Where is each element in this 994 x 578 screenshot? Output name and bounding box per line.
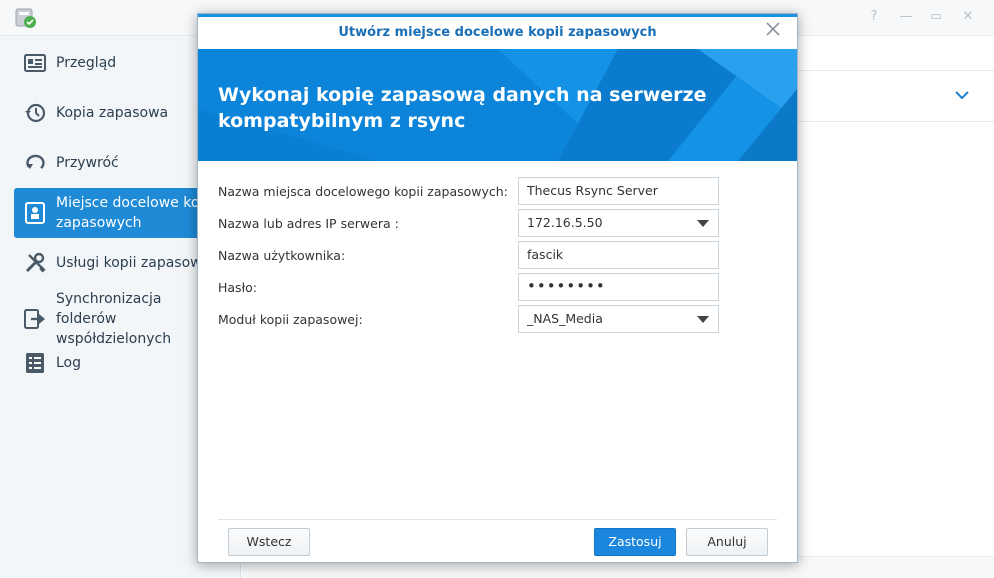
label-line: Miejsce docelowe ko [56, 195, 200, 211]
password-value: •••••••• [527, 277, 606, 295]
backup-history-icon [22, 100, 48, 126]
backup-module-value: _NAS_Media [527, 311, 603, 326]
sidebar-item-label: Przegląd [56, 55, 117, 71]
label-line: zapasowych [56, 215, 142, 231]
dropdown-arrow-icon[interactable] [697, 220, 709, 227]
sidebar-item-label: Przywróć [56, 155, 119, 171]
sync-folders-icon [22, 306, 48, 332]
help-icon[interactable]: ? [864, 8, 884, 26]
chevron-down-icon[interactable] [952, 85, 972, 105]
tools-icon [22, 250, 48, 276]
password-input[interactable]: •••••••• [518, 273, 719, 301]
close-window-icon[interactable]: ✕ [958, 8, 978, 26]
destination-name-input[interactable]: Thecus Rsync Server [518, 177, 719, 205]
server-select[interactable]: 172.16.5.50 [518, 209, 719, 237]
back-button[interactable]: Wstecz [228, 528, 310, 556]
backup-module-select[interactable]: _NAS_Media [518, 305, 719, 333]
apply-button[interactable]: Zastosuj [594, 528, 676, 556]
destination-name-value: Thecus Rsync Server [527, 183, 658, 198]
overview-icon [22, 50, 48, 76]
username-value: fascik [527, 247, 564, 262]
sidebar-item-label: Miejsce docelowe ko zapasowych [56, 193, 199, 233]
maximize-icon[interactable]: ▭ [926, 8, 946, 26]
destination-icon [22, 200, 48, 226]
dialog-banner: Wykonaj kopię zapasową danych na serwerz… [198, 49, 797, 161]
create-destination-dialog: Utwórz miejsce docelowe kopii zapasowych… [197, 13, 798, 563]
destination-name-label: Nazwa miejsca docelowego kopii zapasowyc… [218, 184, 508, 199]
minimize-icon[interactable]: — [896, 8, 916, 26]
backup-app-icon [14, 7, 38, 29]
sidebar-item-label: Kopia zapasowa [56, 105, 169, 121]
banner-title-line: Wykonaj kopię zapasową danych na serwerz… [218, 84, 707, 106]
close-icon[interactable] [764, 20, 782, 38]
log-icon [22, 350, 48, 376]
password-label: Hasło: [218, 280, 257, 295]
cancel-button[interactable]: Anuluj [686, 528, 768, 556]
server-value: 172.16.5.50 [527, 215, 603, 230]
banner-title-line: kompatybilnym z rsync [218, 110, 466, 132]
server-label: Nazwa lub adres IP serwera : [218, 216, 399, 231]
banner-title: Wykonaj kopię zapasową danych na serwerz… [218, 82, 738, 134]
sidebar-item-label: Log [56, 355, 82, 371]
dialog-title: Utwórz miejsce docelowe kopii zapasowych [198, 14, 797, 49]
backup-module-label: Moduł kopii zapasowej: [218, 312, 363, 327]
username-input[interactable]: fascik [518, 241, 719, 269]
footer-divider [218, 519, 777, 520]
sidebar-item-label: Usługi kopii zapasow [56, 255, 202, 271]
username-label: Nazwa użytkownika: [218, 248, 346, 263]
label-line: folderów [56, 311, 117, 327]
dropdown-arrow-icon[interactable] [697, 316, 709, 323]
label-line: Synchronizacja [56, 291, 162, 307]
restore-icon [22, 150, 48, 176]
